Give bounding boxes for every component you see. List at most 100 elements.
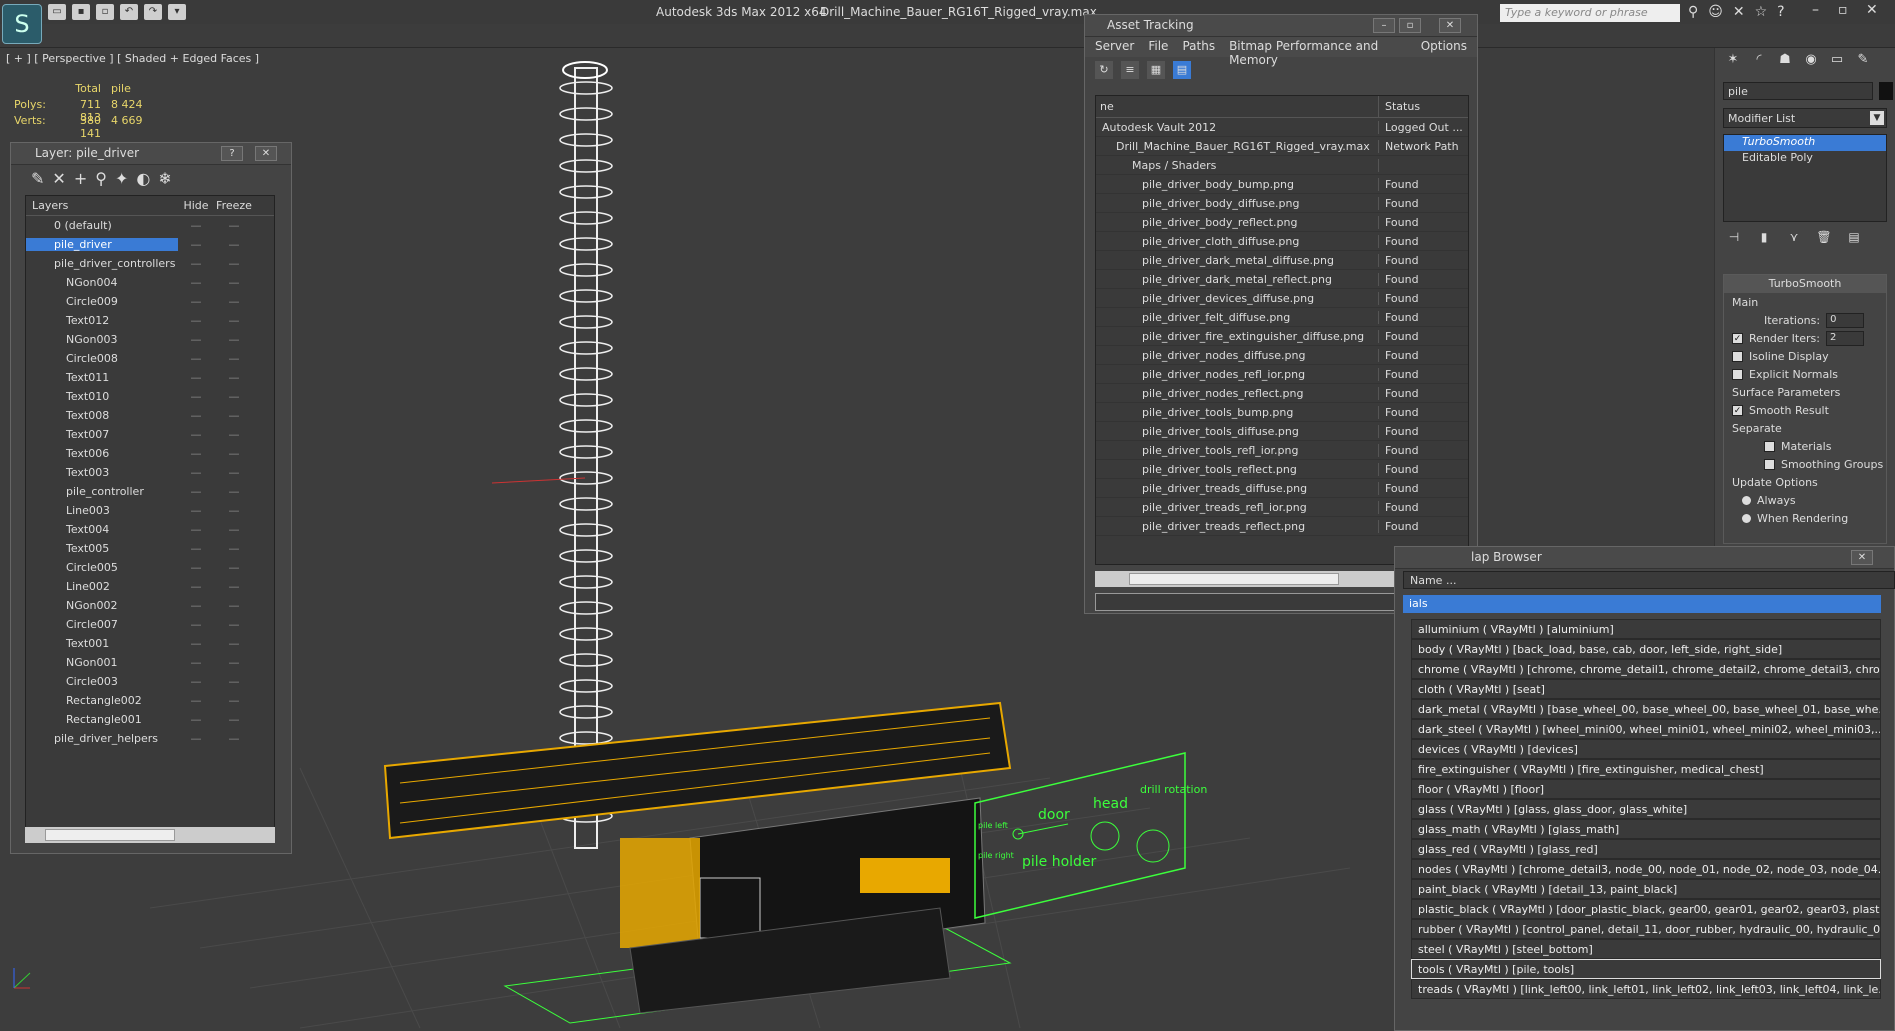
freeze-toggle[interactable]: —	[214, 409, 254, 422]
layer-name[interactable]: Rectangle001	[26, 713, 178, 726]
hide-toggle[interactable]: —	[178, 219, 214, 232]
hide-toggle[interactable]: —	[178, 656, 214, 669]
freeze-toggle[interactable]: —	[214, 732, 254, 745]
asset-row[interactable]: pile_driver_felt_diffuse.png Found	[1096, 308, 1468, 327]
help-icon[interactable]: ?	[1777, 4, 1784, 20]
layer-name[interactable]: NGon001	[26, 656, 178, 669]
layer-row[interactable]: Circle007— —	[26, 615, 274, 634]
hide-toggle[interactable]: —	[178, 390, 214, 403]
layer-row[interactable]: Circle008— —	[26, 349, 274, 368]
layer-name[interactable]: Circle003	[26, 675, 178, 688]
binoculars-icon[interactable]: ⚲	[1688, 4, 1698, 20]
hide-toggle[interactable]: —	[178, 732, 214, 745]
save-icon[interactable]: ▪	[72, 4, 90, 20]
material-row[interactable]: alluminium ( VRayMtl ) [aluminium]	[1411, 619, 1881, 639]
show-end-result-icon[interactable]: ▮	[1755, 230, 1773, 248]
material-row[interactable]: devices ( VRayMtl ) [devices]	[1411, 739, 1881, 759]
render-iters-spinner[interactable]: 2	[1825, 330, 1864, 346]
render-iters-checkbox[interactable]: ✓	[1732, 332, 1743, 344]
hide-toggle[interactable]: —	[178, 713, 214, 726]
minimize-button[interactable]: –	[1373, 18, 1395, 33]
freeze-toggle[interactable]: —	[214, 390, 254, 403]
layer-row[interactable]: Text012— —	[26, 311, 274, 330]
asset-row[interactable]: pile_driver_dark_metal_reflect.png Found	[1096, 270, 1468, 289]
material-row[interactable]: steel ( VRayMtl ) [steel_bottom]	[1411, 939, 1881, 959]
iterations-spinner[interactable]: 0	[1826, 312, 1865, 328]
hide-toggle[interactable]: —	[178, 295, 214, 308]
layer-name[interactable]: Text007	[26, 428, 178, 441]
new-icon[interactable]: ▫	[96, 4, 114, 20]
plus-icon[interactable]: +	[74, 169, 87, 189]
smooth-result-checkbox[interactable]: ✓	[1732, 404, 1743, 416]
freeze-toggle[interactable]: —	[214, 694, 254, 707]
hide-toggle[interactable]: —	[178, 599, 214, 612]
hide-toggle[interactable]: —	[178, 561, 214, 574]
layer-name[interactable]: pile_driver_controllers	[26, 257, 178, 270]
asset-row[interactable]: Drill_Machine_Bauer_RG16T_Rigged_vray.ma…	[1096, 137, 1468, 156]
material-row[interactable]: dark_steel ( VRayMtl ) [wheel_mini00, wh…	[1411, 719, 1881, 739]
freeze-toggle[interactable]: —	[214, 656, 254, 669]
layer-row[interactable]: Text010— —	[26, 387, 274, 406]
layer-name[interactable]: Text004	[26, 523, 178, 536]
asset-row[interactable]: pile_driver_treads_diffuse.png Found	[1096, 479, 1468, 498]
asset-menu-options[interactable]: Options	[1421, 39, 1467, 55]
material-row[interactable]: chrome ( VRayMtl ) [chrome, chrome_detai…	[1411, 659, 1881, 679]
material-row[interactable]: tools ( VRayMtl ) [pile, tools]	[1411, 959, 1881, 979]
hide-toggle[interactable]: —	[178, 428, 214, 441]
project-icon[interactable]: ▾	[168, 4, 186, 20]
freeze-toggle[interactable]: —	[214, 428, 254, 441]
freeze-toggle[interactable]: —	[214, 219, 254, 232]
motion-tab-icon[interactable]: ◉	[1801, 52, 1821, 70]
layer-row[interactable]: pile_driver — —	[26, 235, 274, 254]
hide-toggle[interactable]: —	[178, 371, 214, 384]
make-unique-icon[interactable]: ⋎	[1785, 230, 1803, 248]
layer-row[interactable]: pile_controller — —	[26, 482, 274, 501]
refresh-icon[interactable]: ↻	[1095, 61, 1113, 79]
freeze-toggle[interactable]: —	[214, 637, 254, 650]
display-tab-icon[interactable]: ▭	[1827, 52, 1847, 70]
hide-toggle[interactable]: —	[178, 618, 214, 631]
asset-menu-server[interactable]: Server	[1095, 39, 1134, 55]
close-icon[interactable]: ✕	[1866, 2, 1878, 18]
freeze-toggle[interactable]: —	[214, 276, 254, 289]
layer-row[interactable]: Rectangle002— —	[26, 691, 274, 710]
material-row[interactable]: paint_black ( VRayMtl ) [detail_13, pain…	[1411, 879, 1881, 899]
material-row[interactable]: glass_math ( VRayMtl ) [glass_math]	[1411, 819, 1881, 839]
object-color-swatch[interactable]	[1879, 82, 1893, 100]
hierarchy-tab-icon[interactable]: ☗	[1775, 52, 1795, 70]
tools-icon[interactable]: ✕	[1733, 4, 1745, 20]
close-button[interactable]: ✕	[1851, 550, 1873, 565]
asset-row[interactable]: Maps / Shaders	[1096, 156, 1468, 175]
layer-name[interactable]: Text008	[26, 409, 178, 422]
freeze-toggle[interactable]: —	[214, 618, 254, 631]
asset-row[interactable]: pile_driver_body_bump.png Found	[1096, 175, 1468, 194]
configure-sets-icon[interactable]: ▤	[1845, 230, 1863, 248]
remove-modifier-icon[interactable]: 🗑	[1815, 230, 1833, 248]
materials-checkbox[interactable]	[1764, 440, 1775, 452]
hide-toggle[interactable]: —	[178, 276, 214, 289]
layer-name[interactable]: Circle008	[26, 352, 178, 365]
hide-toggle[interactable]: —	[178, 504, 214, 517]
hide-toggle[interactable]: —	[178, 675, 214, 688]
hide-toggle[interactable]: —	[178, 485, 214, 498]
layer-hscrollbar[interactable]	[25, 827, 275, 843]
layer-row[interactable]: Rectangle001— —	[26, 710, 274, 729]
user-icon[interactable]: ☺	[1708, 4, 1723, 20]
layer-name[interactable]: NGon004	[26, 276, 178, 289]
hide-toggle[interactable]: —	[178, 352, 214, 365]
asset-row[interactable]: pile_driver_devices_diffuse.png Found	[1096, 289, 1468, 308]
layer-name[interactable]: pile_driver	[26, 238, 178, 251]
layer-name[interactable]: pile_controller	[26, 485, 178, 498]
asset-menu-paths[interactable]: Paths	[1182, 39, 1215, 55]
material-row[interactable]: cloth ( VRayMtl ) [seat]	[1411, 679, 1881, 699]
freeze-toggle[interactable]: —	[214, 523, 254, 536]
maximize-button[interactable]: ▫	[1399, 18, 1421, 33]
layer-row[interactable]: Text008— —	[26, 406, 274, 425]
layer-row[interactable]: pile_driver_helpers — —	[26, 729, 274, 748]
hide-toggle[interactable]: —	[178, 637, 214, 650]
layer-name[interactable]: Text010	[26, 390, 178, 403]
layer-name[interactable]: Line002	[26, 580, 178, 593]
layer-name[interactable]: Text012	[26, 314, 178, 327]
layer-row[interactable]: Text004— —	[26, 520, 274, 539]
asset-row[interactable]: pile_driver_dark_metal_diffuse.png Found	[1096, 251, 1468, 270]
